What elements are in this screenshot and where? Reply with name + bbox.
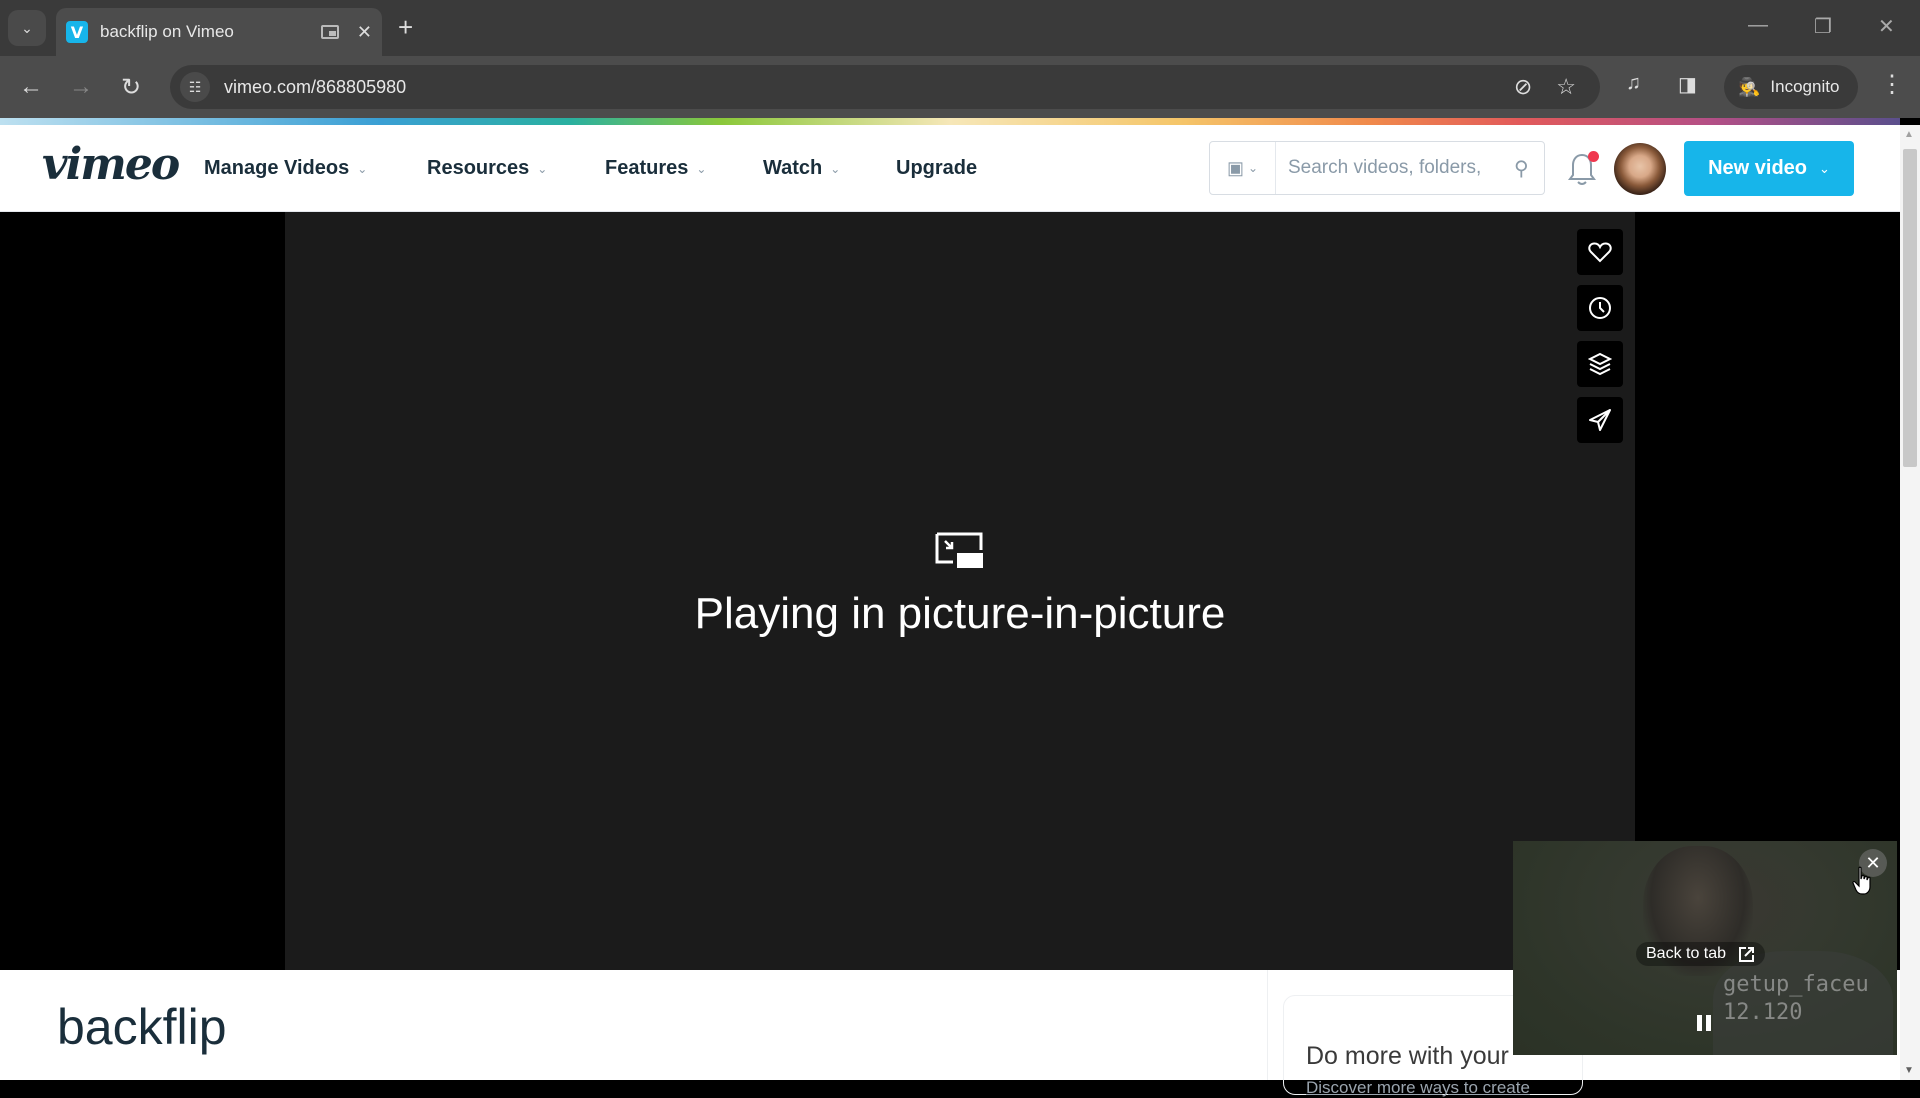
user-avatar[interactable]: [1614, 143, 1666, 195]
tab-search-button[interactable]: ⌄: [8, 10, 46, 46]
pause-icon: [1697, 1015, 1702, 1031]
clock-icon: [1589, 297, 1611, 319]
media-queue-icon[interactable]: ♫: [1626, 72, 1641, 95]
pip-message: Playing in picture-in-picture: [694, 589, 1226, 638]
page-scrollbar[interactable]: ▲ ▼: [1900, 125, 1920, 1080]
window-close-button[interactable]: ✕: [1878, 14, 1895, 39]
nav-label: Features: [605, 157, 689, 179]
chevron-down-icon: ⌄: [1819, 160, 1830, 176]
chevron-down-icon: ⌄: [696, 161, 707, 176]
back-to-tab-button[interactable]: Back to tab: [1636, 942, 1766, 966]
incognito-label: Incognito: [1770, 77, 1840, 96]
minimize-button[interactable]: —: [1748, 14, 1768, 37]
notifications-button[interactable]: [1567, 151, 1599, 187]
new-video-label: New video: [1708, 157, 1807, 179]
nav-label: Watch: [763, 157, 823, 179]
pip-pause-button[interactable]: [1697, 1015, 1711, 1031]
reload-icon: ↻: [120, 73, 142, 101]
reload-button[interactable]: ↻: [114, 70, 148, 104]
star-icon[interactable]: ☆: [1556, 74, 1576, 100]
video-title: backflip: [57, 999, 227, 1055]
back-to-tab-label: Back to tab: [1646, 945, 1727, 962]
collections-button[interactable]: [1577, 341, 1623, 387]
chevron-down-icon: ⌄: [357, 161, 368, 176]
nav-watch[interactable]: Watch ⌄: [763, 157, 840, 180]
chevron-down-icon: ⌄: [830, 161, 841, 176]
nav-resources[interactable]: Resources ⌄: [427, 157, 547, 180]
pip-window[interactable]: getup_faceu 12.120 ✕ Back to tab: [1513, 841, 1897, 1055]
layers-icon: [1588, 352, 1612, 376]
browser-tabstrip: ⌄ V backflip on Vimeo ✕ + — ❐ ✕: [0, 0, 1920, 56]
site-header: vimeo Manage Videos ⌄ Resources ⌄ Features…: [0, 125, 1900, 212]
pip-video-overlay-text: getup_faceu 12.120: [1723, 972, 1869, 1025]
incognito-icon: 🕵: [1738, 76, 1761, 97]
nav-upgrade[interactable]: Upgrade: [896, 157, 977, 180]
picture-in-picture-icon: [935, 532, 983, 568]
search-type-dropdown[interactable]: ▣ ⌄: [1210, 142, 1276, 194]
chevron-down-icon: ⌄: [21, 19, 33, 36]
search-icon[interactable]: ⚲: [1514, 156, 1529, 181]
tab-title: backflip on Vimeo: [100, 22, 234, 41]
forward-button[interactable]: →: [64, 70, 98, 104]
nav-label: Upgrade: [896, 157, 978, 179]
scroll-down-arrow-icon[interactable]: ▼: [1904, 1065, 1914, 1076]
back-button[interactable]: ←: [14, 70, 48, 104]
tab-close-button[interactable]: ✕: [357, 22, 372, 43]
chevron-down-icon: ⌄: [537, 161, 548, 176]
search-input[interactable]: [1288, 157, 1508, 179]
url-text[interactable]: vimeo.com/868805980: [224, 77, 1514, 98]
restore-button[interactable]: ❐: [1814, 14, 1832, 39]
new-video-button[interactable]: New video ⌄: [1684, 141, 1854, 196]
picture-in-picture-icon[interactable]: [320, 25, 339, 39]
watch-later-button[interactable]: [1577, 285, 1623, 331]
like-button[interactable]: [1577, 229, 1623, 275]
promo-title: Do more with your: [1306, 1042, 1509, 1070]
promo-link[interactable]: Discover more ways to create: [1306, 1078, 1530, 1098]
back-arrow-icon: ←: [19, 73, 43, 100]
nav-label: Manage Videos: [204, 157, 350, 179]
vimeo-logo[interactable]: vimeo: [42, 139, 180, 190]
hand-cursor-icon: [1852, 866, 1871, 895]
heart-icon: [1588, 242, 1612, 263]
nav-label: Resources: [427, 157, 530, 179]
browser-toolbar: ← → ↻ ☷ vimeo.com/868805980 ⊘ ☆ ♫ ◨ 🕵 In…: [0, 56, 1920, 118]
browser-tab-active[interactable]: V backflip on Vimeo ✕: [56, 8, 382, 56]
share-button[interactable]: [1577, 397, 1623, 443]
send-icon: [1589, 409, 1611, 431]
notification-dot: [1588, 151, 1599, 162]
address-bar[interactable]: ☷ vimeo.com/868805980 ⊘ ☆: [170, 65, 1600, 109]
search-box: ▣ ⌄ ⚲: [1209, 141, 1545, 195]
side-panel-icon[interactable]: ◨: [1678, 72, 1697, 97]
scroll-up-arrow-icon[interactable]: ▲: [1904, 129, 1914, 140]
chevron-down-icon: ⌄: [1247, 161, 1259, 175]
site-info-icon[interactable]: ☷: [180, 72, 210, 102]
rainbow-accent-bar: [0, 118, 1900, 125]
nav-manage-videos[interactable]: Manage Videos ⌄: [204, 157, 367, 180]
video-player[interactable]: Playing in picture-in-picture: [285, 212, 1635, 970]
new-tab-button[interactable]: +: [398, 12, 413, 43]
open-in-tab-icon: [1739, 946, 1755, 962]
forward-arrow-icon: →: [69, 73, 93, 100]
pip-placeholder: Playing in picture-in-picture: [285, 532, 1635, 639]
incognito-badge[interactable]: 🕵 Incognito: [1724, 65, 1858, 109]
vimeo-favicon-icon: V: [66, 21, 88, 43]
video-library-icon: ▣: [1226, 157, 1244, 178]
scrollbar-thumb[interactable]: [1903, 149, 1917, 467]
column-divider: [1267, 970, 1268, 1080]
more-vert-icon[interactable]: ⋮: [1880, 70, 1904, 99]
nav-features[interactable]: Features ⌄: [605, 157, 706, 180]
eye-slash-icon[interactable]: ⊘: [1514, 74, 1532, 100]
